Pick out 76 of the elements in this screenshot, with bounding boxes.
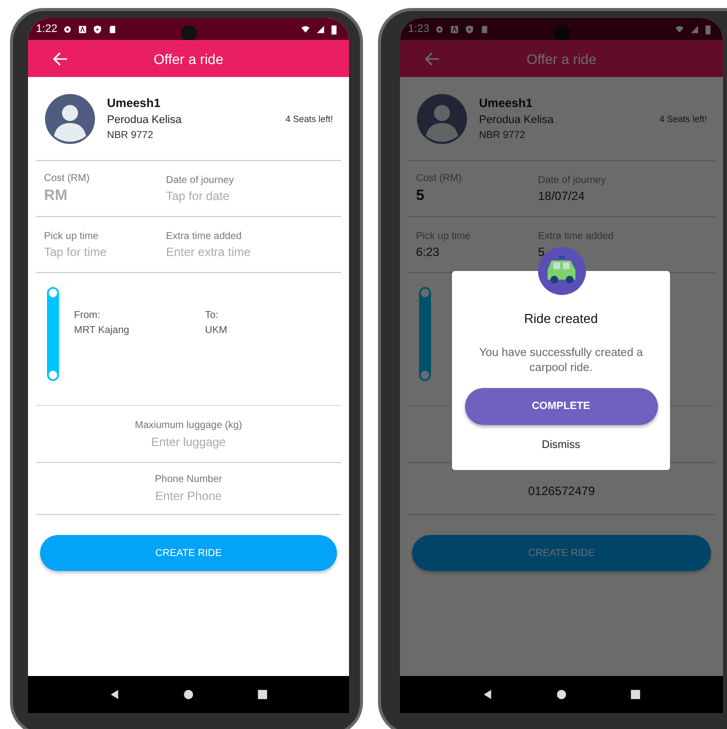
app-bar-title: Offer a ride	[152, 50, 224, 66]
dialog-message: You have successfully created a carpool ride.	[478, 346, 644, 376]
home-icon[interactable]	[182, 689, 194, 700]
wifi-icon	[675, 24, 684, 34]
luggage-input[interactable]: Enter luggage	[151, 434, 226, 448]
back-arrow-icon[interactable]	[52, 50, 68, 66]
create-ride-button[interactable]: CREATE RIDE	[412, 535, 711, 571]
field-value: 5	[416, 187, 426, 204]
form-field[interactable]: Date of journey Tap for date	[166, 174, 341, 202]
form-field[interactable]: Extra time added 5	[538, 230, 715, 258]
home-icon[interactable]	[556, 689, 567, 700]
recents-icon[interactable]	[630, 689, 642, 700]
field-label: Phone Number	[154, 474, 222, 485]
shield-icon	[93, 24, 102, 34]
field-placeholder: RM	[44, 187, 68, 204]
field-label: Date of journey	[538, 174, 607, 186]
field-label: Extra time added	[538, 230, 615, 242]
to-location: UKM	[205, 325, 228, 336]
form-field[interactable]: Cost (RM) RM	[44, 173, 166, 204]
driver-name: Umeesh1	[479, 96, 534, 110]
sd-card-icon	[108, 24, 118, 34]
field-placeholder: Enter extra time	[166, 244, 252, 258]
field-label: Cost (RM)	[44, 173, 91, 184]
field-label: Pick up time	[416, 230, 472, 242]
field-value: 6:23	[416, 244, 440, 258]
wifi-icon	[301, 24, 310, 34]
avatar-icon	[417, 94, 467, 144]
gear-icon	[435, 24, 444, 34]
letter-icon	[450, 24, 460, 34]
form-field[interactable]: Extra time added Enter extra time	[166, 230, 341, 258]
phone-value: 0126572479	[528, 484, 595, 498]
field-label: Cost (RM)	[416, 173, 463, 184]
gear-icon	[63, 24, 72, 34]
car-model: Perodua Kelisa	[107, 114, 183, 126]
signal-icon	[316, 24, 325, 34]
back-icon[interactable]	[482, 689, 493, 700]
recents-icon[interactable]	[256, 689, 268, 700]
battery-icon	[331, 24, 337, 34]
to-label: To:	[205, 310, 220, 321]
phone-input[interactable]: Enter Phone	[155, 489, 222, 503]
letter-icon	[78, 24, 88, 34]
field-value: 18/07/24	[538, 188, 586, 202]
from-label: From:	[74, 310, 102, 321]
back-icon[interactable]	[109, 689, 120, 700]
field-label: Extra time added	[166, 230, 243, 242]
driver-name: Umeesh1	[107, 96, 162, 110]
field-value: 5	[538, 244, 546, 258]
field-label: Date of journey	[166, 174, 235, 186]
from-location: MRT Kajang	[74, 325, 130, 336]
field-label: Pick up time	[44, 230, 100, 242]
shield-icon	[465, 24, 474, 34]
field-placeholder: Tap for date	[166, 188, 230, 202]
field-placeholder: Tap for time	[44, 244, 108, 258]
field-label: Maxiumum luggage (kg)	[134, 420, 242, 430]
status-time: 1:22	[36, 23, 58, 35]
plate-number: NBR 9772	[479, 130, 526, 141]
dialog-title: Ride created	[524, 311, 598, 326]
sd-card-icon	[480, 24, 490, 34]
create-ride-button[interactable]: CREATE RIDE	[40, 535, 337, 571]
complete-button[interactable]: COMPLETE	[464, 388, 658, 425]
form-field[interactable]: Date of journey 18/07/24	[538, 174, 715, 202]
plate-number: NBR 9772	[107, 130, 154, 141]
avatar-icon	[45, 94, 95, 144]
status-time: 1:23	[408, 23, 430, 35]
back-arrow-icon[interactable]	[424, 50, 440, 66]
car-icon	[538, 247, 586, 295]
form-field[interactable]: Pick up time Tap for time	[44, 230, 166, 258]
battery-icon	[705, 24, 711, 34]
app-bar-title: Offer a ride	[526, 50, 598, 66]
signal-icon	[690, 24, 699, 34]
seats-left: 4 Seats left!	[285, 114, 333, 124]
form-field[interactable]: Pick up time 6:23	[416, 230, 538, 258]
form-field[interactable]: Cost (RM) 5	[416, 173, 538, 204]
dismiss-button[interactable]: Dismiss	[538, 436, 584, 453]
car-model: Perodua Kelisa	[479, 114, 555, 126]
seats-left: 4 Seats left!	[659, 114, 707, 124]
